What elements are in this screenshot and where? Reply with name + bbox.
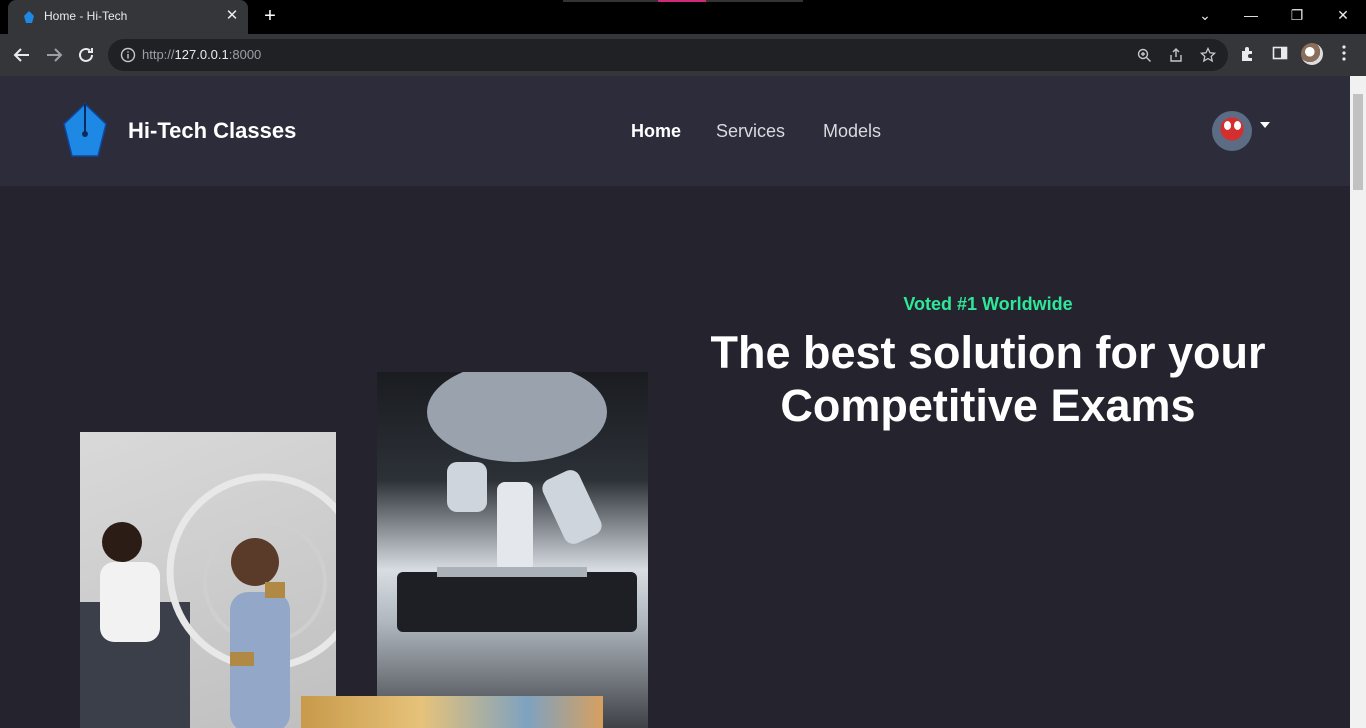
tab-title: Home - Hi-Tech: [44, 9, 128, 23]
page-viewport: Hi-Tech Classes Home Services Models Vot…: [0, 76, 1350, 728]
browser-tab-active[interactable]: Home - Hi-Tech ✕: [8, 0, 248, 34]
nav-services[interactable]: Services: [716, 121, 785, 142]
study-photo: [301, 696, 603, 728]
nav-home[interactable]: Home: [631, 121, 681, 142]
url-scheme: http://: [142, 47, 175, 62]
brand-name[interactable]: Hi-Tech Classes: [128, 118, 296, 144]
minimize-icon[interactable]: —: [1239, 4, 1263, 26]
nav-models[interactable]: Models: [823, 121, 881, 142]
profile-avatar-icon[interactable]: [1301, 43, 1323, 65]
hero-title-line1: The best solution for your: [710, 327, 1266, 378]
pen-nib-favicon-icon: [24, 11, 34, 23]
tab-strip-indicator: [563, 0, 803, 2]
hero-title: The best solution for your Competitive E…: [650, 326, 1326, 432]
side-panel-icon[interactable]: [1270, 45, 1290, 65]
restore-icon[interactable]: ❐: [1285, 4, 1309, 26]
address-bar[interactable]: http://127.0.0.1:8000: [108, 39, 1228, 71]
browser-toolbar: http://127.0.0.1:8000: [0, 34, 1366, 76]
star-icon[interactable]: [1199, 46, 1217, 63]
page-scrollbar[interactable]: [1350, 76, 1366, 728]
microscope-photo: [377, 372, 648, 728]
new-tab-icon[interactable]: +: [260, 6, 280, 26]
extensions-icon[interactable]: [1238, 45, 1258, 65]
reload-icon[interactable]: [74, 43, 98, 67]
browser-tab-strip: Home - Hi-Tech ✕ + ⌄ — ❐ ✕: [0, 0, 1366, 34]
menu-kebab-icon[interactable]: [1334, 45, 1354, 65]
site-header: Hi-Tech Classes Home Services Models: [0, 76, 1350, 186]
info-icon[interactable]: [120, 47, 136, 63]
back-arrow-icon[interactable]: [10, 43, 34, 67]
share-icon[interactable]: [1168, 47, 1184, 63]
url-text[interactable]: http://127.0.0.1:8000: [142, 47, 261, 62]
hero-eyebrow: Voted #1 Worldwide: [903, 294, 1073, 314]
url-host: 127.0.0.1: [174, 47, 229, 62]
zoom-icon[interactable]: [1136, 47, 1152, 63]
url-port: :8000: [228, 47, 262, 62]
student-photo: [80, 432, 336, 728]
scrollbar-thumb[interactable]: [1353, 94, 1363, 190]
tab-close-icon[interactable]: ✕: [224, 8, 240, 24]
window-close-icon[interactable]: ✕: [1331, 4, 1355, 26]
chevron-down-icon[interactable]: [1260, 122, 1270, 128]
pen-nib-logo-icon[interactable]: [62, 102, 108, 158]
user-avatar[interactable]: [1212, 111, 1252, 151]
hero-title-line2: Competitive Exams: [780, 380, 1196, 431]
forward-arrow-icon[interactable]: [42, 43, 66, 67]
tab-search-icon[interactable]: ⌄: [1193, 4, 1217, 26]
